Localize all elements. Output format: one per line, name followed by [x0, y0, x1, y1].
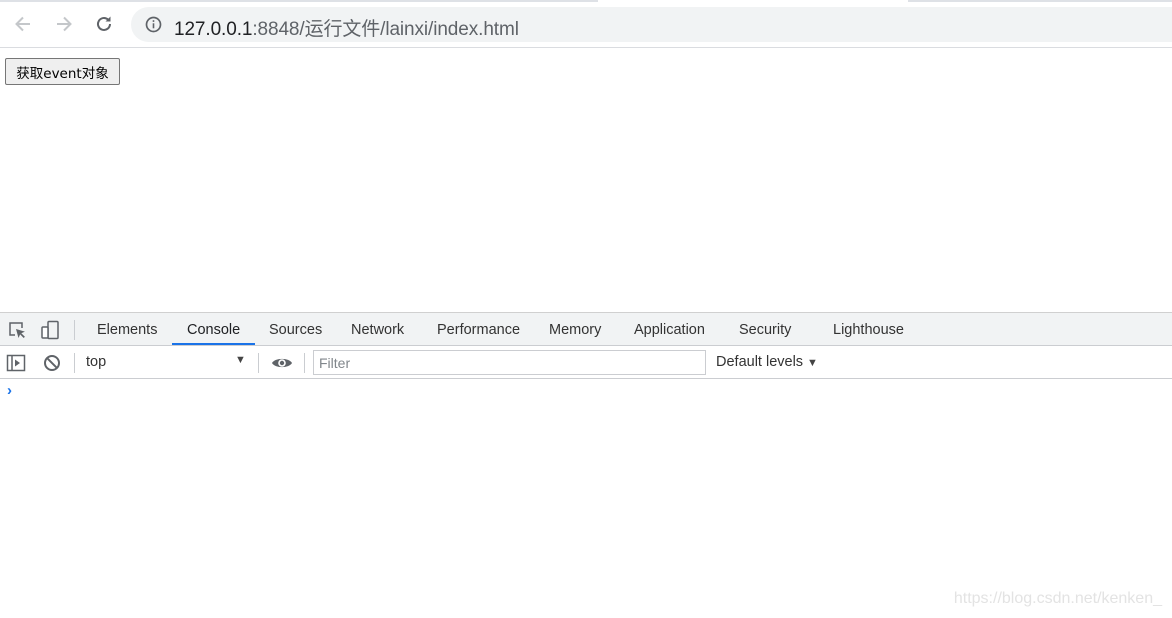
tab-network[interactable]: Network [351, 313, 404, 346]
info-icon[interactable] [145, 16, 162, 33]
reload-icon [97, 16, 111, 31]
reload-button[interactable] [90, 10, 118, 38]
dropdown-arrow-icon: ▼ [807, 357, 818, 369]
inspect-cursor-icon [9, 322, 25, 338]
log-levels-label: Default levels [716, 354, 804, 370]
tab-security[interactable]: Security [739, 313, 791, 346]
watermark-text: https://blog.csdn.net/kenken_ [953, 590, 1162, 607]
tab-performance[interactable]: Performance [437, 313, 520, 346]
active-tab-indicator [172, 343, 255, 345]
forward-button[interactable] [50, 10, 78, 38]
tab-strip-edge [0, 0, 598, 2]
device-mode-icon [41, 320, 59, 340]
toolbar-divider [74, 353, 75, 373]
tab-application[interactable]: Application [634, 313, 705, 346]
sidebar-toggle-icon [6, 354, 26, 372]
arrow-right-icon [57, 16, 72, 32]
eye-icon [272, 358, 292, 368]
tab-console[interactable]: Console [187, 313, 240, 346]
url-text[interactable]: 127.0.0.1:8848/运行文件/lainxi/index.html [174, 14, 519, 41]
console-prompt[interactable]: › [7, 382, 12, 399]
inspect-element-button[interactable] [6, 319, 28, 341]
live-expression-button[interactable] [270, 353, 294, 373]
devtools-panel: Elements Console Sources Network Perform… [0, 312, 1172, 618]
dropdown-arrow-icon[interactable]: ▼ [235, 354, 246, 366]
tab-lighthouse[interactable]: Lighthouse [833, 313, 904, 346]
url-path: :8848/运行文件/lainxi/index.html [252, 19, 519, 40]
show-sidebar-button[interactable] [6, 353, 26, 373]
console-toolbar: top ▼ Default levels▼ [0, 346, 1172, 379]
browser-toolbar: 127.0.0.1:8848/运行文件/lainxi/index.html [0, 0, 1172, 48]
toolbar-divider [258, 353, 259, 373]
tab-memory[interactable]: Memory [549, 313, 601, 346]
log-levels-dropdown[interactable]: Default levels ▼ [716, 354, 818, 370]
get-event-object-button[interactable]: 获取event对象 [5, 58, 120, 85]
tab-strip-edge [908, 0, 1172, 2]
toolbar-divider [74, 320, 75, 340]
address-bar[interactable]: 127.0.0.1:8848/运行文件/lainxi/index.html [131, 7, 1172, 42]
back-button[interactable] [9, 10, 37, 38]
url-host: 127.0.0.1 [174, 19, 253, 40]
clear-circle-icon [44, 355, 60, 371]
device-toolbar-button[interactable] [39, 319, 61, 341]
devtools-tabbar: Elements Console Sources Network Perform… [0, 313, 1172, 346]
context-selector[interactable]: top [86, 354, 106, 370]
tab-sources[interactable]: Sources [269, 313, 322, 346]
arrow-left-icon [15, 16, 30, 32]
tab-elements[interactable]: Elements [97, 313, 157, 346]
filter-input[interactable] [313, 350, 706, 375]
toolbar-divider [304, 353, 305, 373]
clear-console-button[interactable] [42, 353, 62, 373]
